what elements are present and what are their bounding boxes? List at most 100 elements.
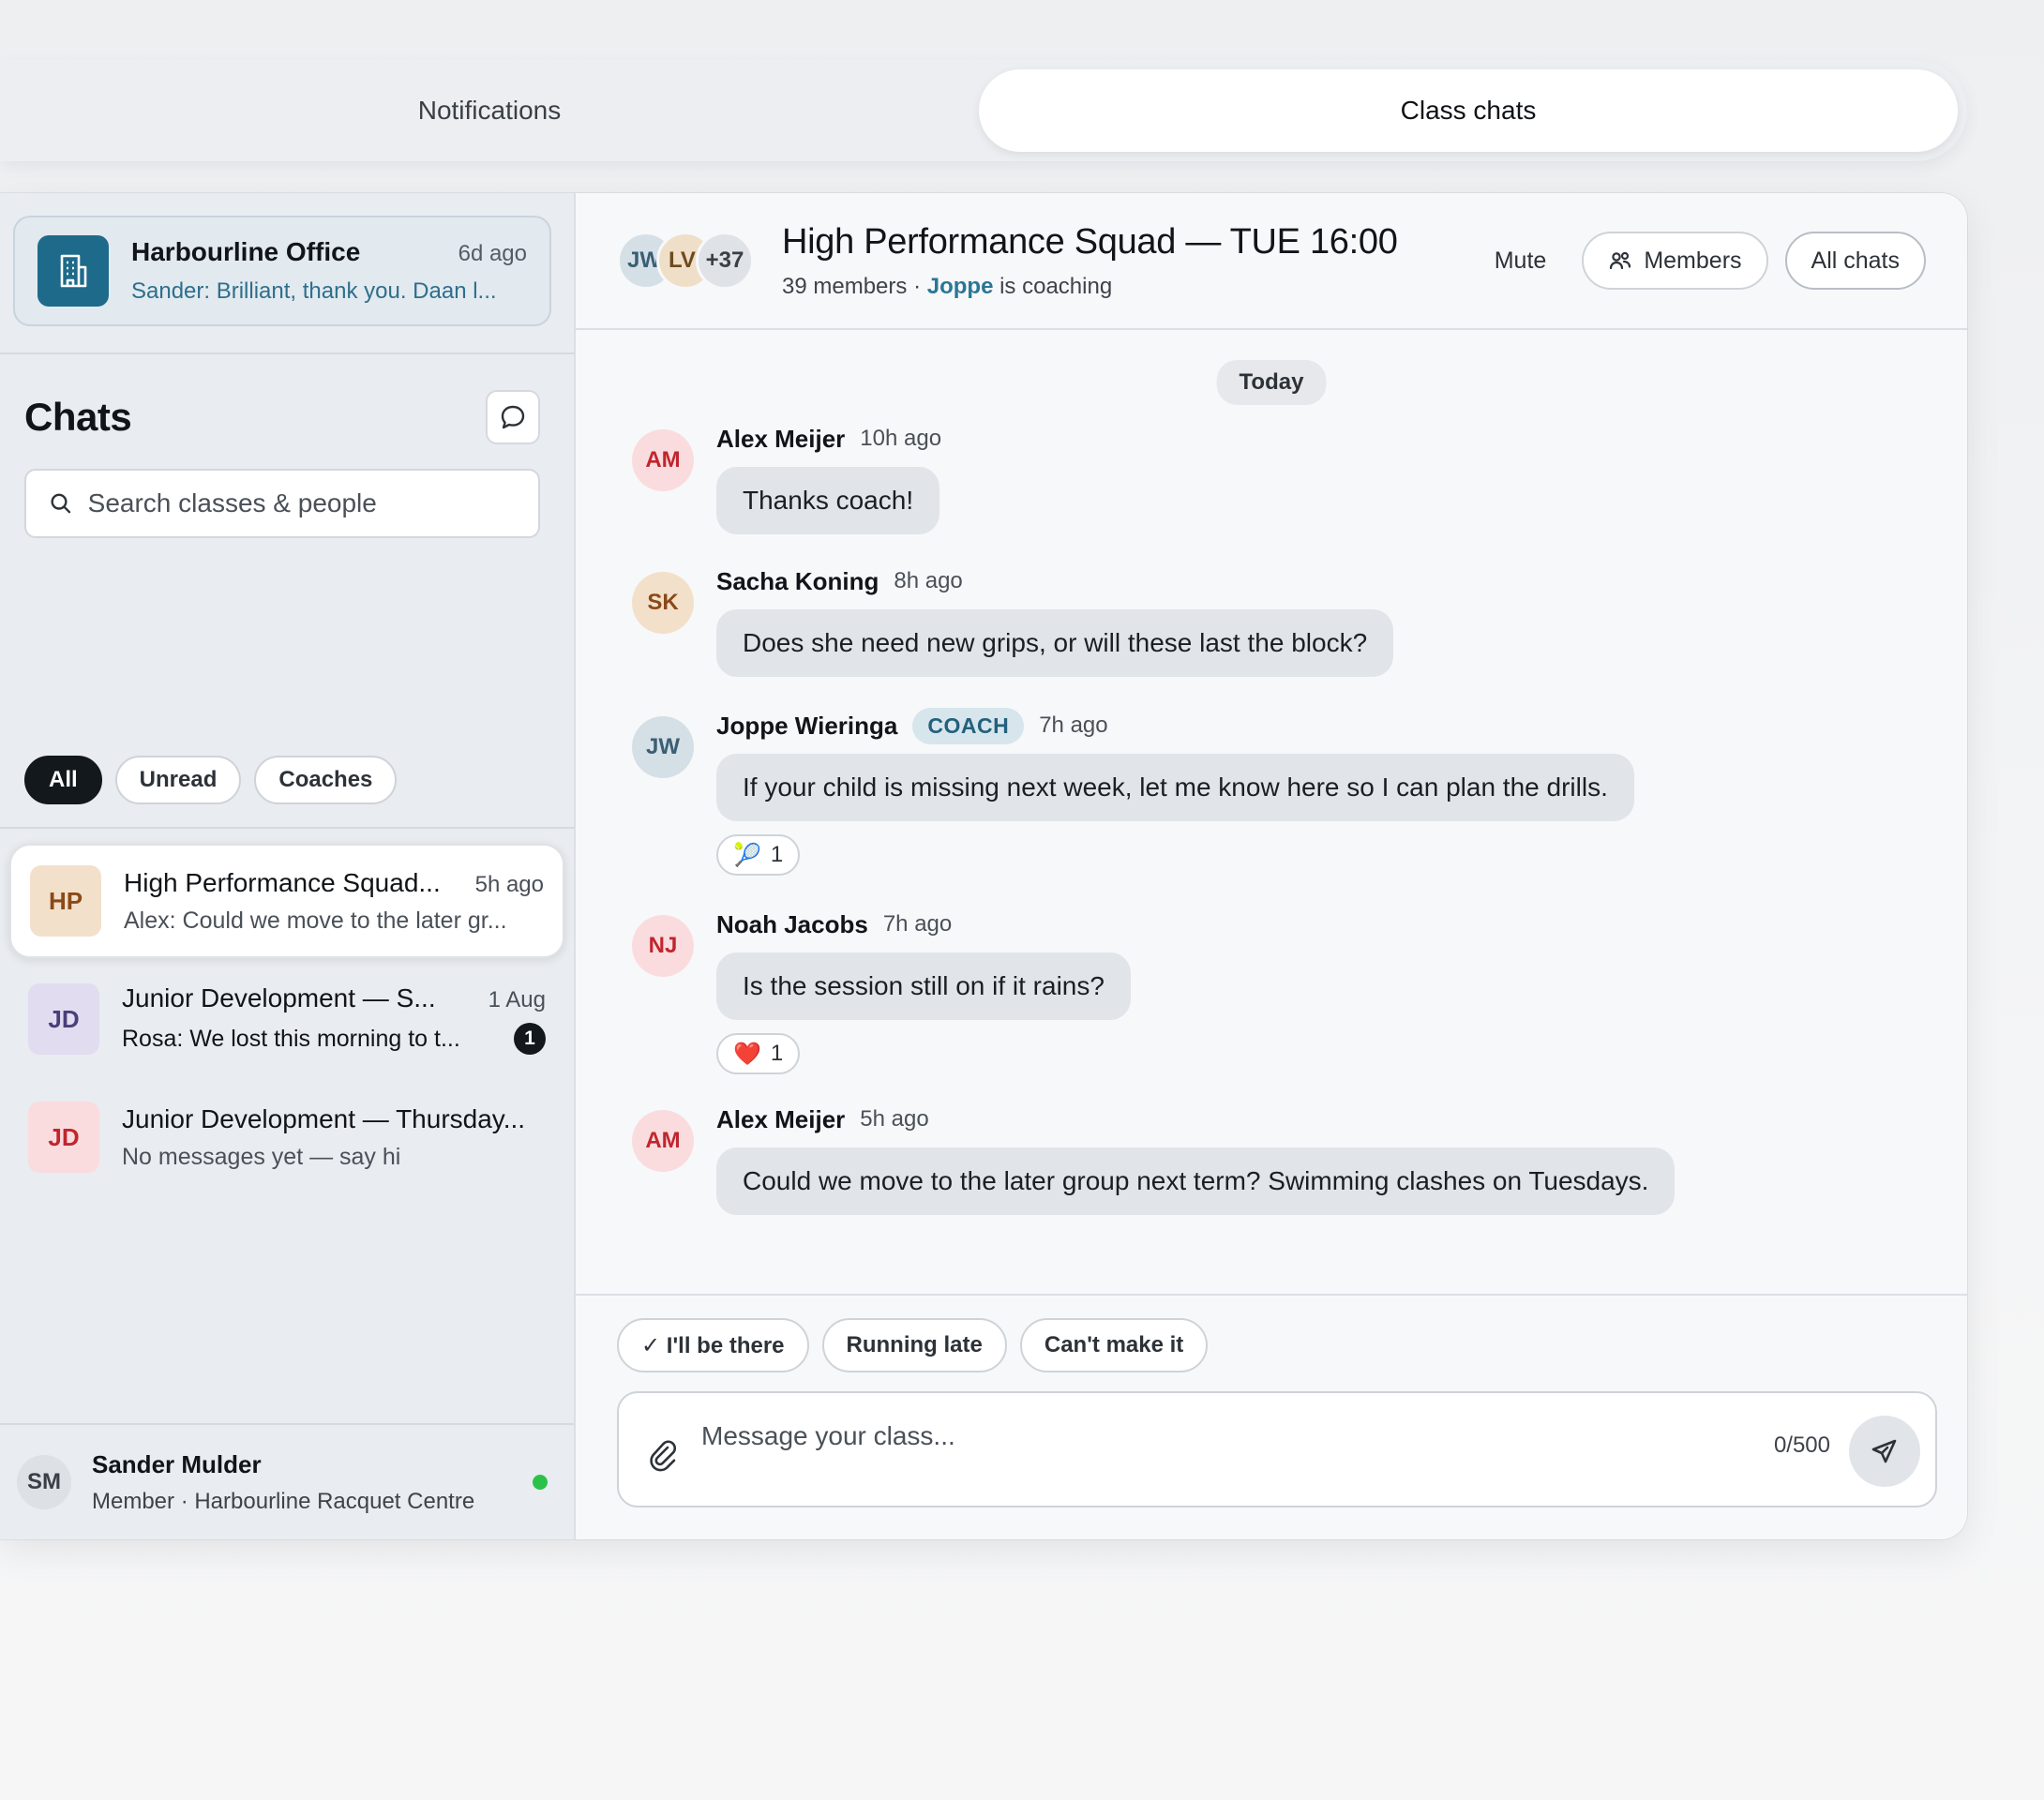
quick-replies: ✓ I'll be there Running late Can't make … bbox=[617, 1318, 1209, 1372]
tennis-ball-emoji: 🎾 bbox=[733, 842, 761, 868]
reaction-count: 1 bbox=[770, 1041, 784, 1066]
chat-name: Junior Development — Thursday... bbox=[122, 1103, 526, 1133]
chat-filters: All Unread Coaches bbox=[24, 756, 398, 804]
coach-badge: COACH bbox=[912, 707, 1025, 744]
member-avatar-stack[interactable]: JW LV +37 bbox=[617, 232, 758, 290]
mute-button[interactable]: Mute bbox=[1476, 248, 1566, 275]
chat-time: 5h ago bbox=[474, 871, 544, 897]
conversation-header: JW LV +37 High Performance Squad — TUE 1… bbox=[576, 193, 1967, 330]
message-bubble: Thanks coach! bbox=[716, 467, 940, 534]
message-bubble: Could we move to the later group next te… bbox=[716, 1148, 1676, 1215]
office-chat-name: Harbourline Office bbox=[131, 237, 361, 266]
message-bubble: If your child is missing next week, let … bbox=[716, 754, 1634, 821]
message-author: Sacha Koning bbox=[716, 566, 879, 595]
chat-bubble-icon bbox=[501, 405, 525, 429]
send-button[interactable] bbox=[1849, 1416, 1920, 1487]
chat-name: Junior Development — S... bbox=[122, 983, 436, 1012]
chat-avatar: HP bbox=[30, 865, 101, 937]
office-chat-time: 6d ago bbox=[458, 241, 527, 266]
message-bubble: Does she need new grips, or will these l… bbox=[716, 609, 1394, 677]
attach-button[interactable] bbox=[647, 1438, 679, 1477]
message: SK Sacha Koning 8h ago Does she need new… bbox=[632, 564, 1394, 677]
divider bbox=[0, 827, 574, 829]
view-tabs: Notifications Class chats bbox=[0, 60, 1967, 161]
unread-badge: 1 bbox=[514, 1023, 546, 1055]
message: AM Alex Meijer 10h ago Thanks coach! bbox=[632, 422, 941, 534]
quick-reply-running-late[interactable]: Running late bbox=[821, 1318, 1007, 1372]
sidebar: Harbourline Office 6d ago Sander: Brilli… bbox=[0, 193, 576, 1539]
conversation-title: High Performance Squad — TUE 16:00 bbox=[782, 221, 1398, 262]
tab-notifications[interactable]: Notifications bbox=[0, 69, 979, 152]
chat-item-junior-development-thursday[interactable]: JD Junior Development — Thursday... No m… bbox=[9, 1080, 564, 1194]
composer-area: ✓ I'll be there Running late Can't make … bbox=[576, 1294, 1967, 1539]
chat-item-junior-development-s[interactable]: JD Junior Development — S... 1 Aug Rosa:… bbox=[9, 962, 564, 1076]
message-composer: 0/500 bbox=[617, 1391, 1937, 1508]
message-time: 8h ago bbox=[894, 568, 963, 593]
search-input[interactable] bbox=[87, 488, 516, 518]
message-time: 7h ago bbox=[882, 911, 953, 937]
avatar: SM bbox=[17, 1455, 71, 1509]
coach-name: Joppe bbox=[926, 273, 994, 299]
members-button[interactable]: Members bbox=[1582, 232, 1768, 290]
character-counter: 0/500 bbox=[1773, 1432, 1830, 1458]
online-status-dot bbox=[533, 1475, 548, 1490]
message-author: Joppe Wieringa bbox=[716, 711, 898, 740]
conversation-subtitle: 39 members · Joppe is coaching bbox=[782, 274, 1476, 300]
quick-reply-cant-make-it[interactable]: Can't make it bbox=[1019, 1318, 1209, 1372]
message-input[interactable] bbox=[701, 1421, 1686, 1478]
new-chat-button[interactable] bbox=[486, 390, 540, 444]
chat-preview: No messages yet — say hi bbox=[122, 1143, 401, 1170]
current-user[interactable]: SM Sander Mulder Member · Harbourline Ra… bbox=[0, 1423, 574, 1539]
user-name: Sander Mulder bbox=[92, 1449, 262, 1478]
user-subtitle: Member · Harbourline Racquet Centre bbox=[92, 1488, 475, 1514]
reaction-chip[interactable]: ❤️ 1 bbox=[716, 1033, 801, 1074]
avatar: SK bbox=[632, 572, 694, 634]
search-icon bbox=[51, 493, 71, 514]
divider bbox=[0, 352, 574, 354]
separator: · bbox=[913, 273, 922, 299]
message-author: Noah Jacobs bbox=[716, 909, 868, 938]
all-chats-button[interactable]: All chats bbox=[1784, 232, 1926, 290]
reaction-chip[interactable]: 🎾 1 bbox=[716, 834, 801, 876]
day-separator: Today bbox=[1216, 360, 1327, 405]
message-time: 7h ago bbox=[1039, 712, 1108, 738]
message: NJ Noah Jacobs 7h ago Is the session sti… bbox=[632, 908, 1131, 1074]
send-icon bbox=[1871, 1439, 1897, 1463]
message-time: 10h ago bbox=[860, 426, 942, 451]
chat-preview: Alex: Could we move to the later gr... bbox=[124, 907, 507, 934]
avatar: NJ bbox=[632, 915, 694, 977]
paperclip-icon bbox=[650, 1440, 676, 1472]
filter-unread[interactable]: Unread bbox=[114, 756, 242, 804]
message: JW Joppe Wieringa COACH 7h ago If your c… bbox=[632, 707, 1634, 876]
message-author: Alex Meijer bbox=[716, 424, 846, 453]
filter-coaches[interactable]: Coaches bbox=[254, 756, 398, 804]
chat-list: HP High Performance Squad... 5h ago Alex… bbox=[0, 840, 574, 1198]
app-window: Harbourline Office 6d ago Sander: Brilli… bbox=[0, 193, 1967, 1539]
chats-heading: Chats bbox=[24, 395, 132, 439]
avatar: AM bbox=[632, 1110, 694, 1172]
people-icon bbox=[1610, 251, 1631, 270]
message-author: Alex Meijer bbox=[716, 1104, 846, 1133]
search-field[interactable] bbox=[24, 469, 540, 538]
chat-time: 1 Aug bbox=[488, 987, 546, 1012]
filter-all[interactable]: All bbox=[24, 756, 102, 804]
heart-emoji: ❤️ bbox=[733, 1041, 761, 1067]
office-chat-preview: Sander: Brilliant, thank you. Daan l... bbox=[131, 278, 497, 304]
members-label: Members bbox=[1644, 247, 1742, 274]
coaching-label: is coaching bbox=[999, 273, 1113, 299]
chat-name: High Performance Squad... bbox=[124, 867, 441, 897]
reaction-count: 1 bbox=[770, 842, 784, 867]
message-bubble: Is the session still on if it rains? bbox=[716, 952, 1131, 1020]
chat-avatar: JD bbox=[28, 1102, 99, 1173]
conversation-pane: JW LV +37 High Performance Squad — TUE 1… bbox=[576, 193, 1967, 1539]
avatar: AM bbox=[632, 429, 694, 491]
members-count: 39 members bbox=[782, 273, 908, 299]
chat-avatar: JD bbox=[28, 983, 99, 1055]
tab-class-chats[interactable]: Class chats bbox=[979, 69, 1958, 152]
quick-reply-ill-be-there[interactable]: ✓ I'll be there bbox=[617, 1318, 809, 1372]
office-chat-card[interactable]: Harbourline Office 6d ago Sander: Brilli… bbox=[13, 216, 551, 326]
building-icon bbox=[38, 235, 109, 307]
message: AM Alex Meijer 5h ago Could we move to t… bbox=[632, 1102, 1676, 1215]
avatar-more-count: +37 bbox=[696, 232, 754, 290]
chat-item-high-performance-squad[interactable]: HP High Performance Squad... 5h ago Alex… bbox=[9, 844, 564, 958]
